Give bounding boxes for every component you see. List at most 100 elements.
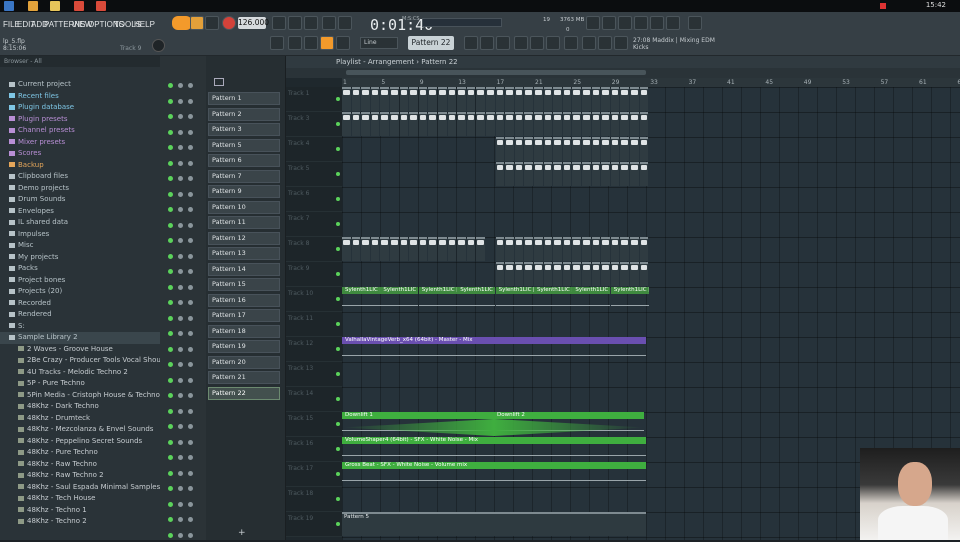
mute-led[interactable]: [168, 470, 173, 476]
volume-knob[interactable]: [188, 331, 193, 336]
pattern-clip[interactable]: [610, 262, 620, 286]
pattern-clip[interactable]: [582, 262, 591, 286]
automation-clip[interactable]: Downlift 1: [342, 412, 494, 436]
pattern-clip[interactable]: [495, 87, 505, 111]
browser-item[interactable]: Project bones: [9, 275, 160, 287]
track-mute-led[interactable]: [336, 272, 340, 276]
pattern-clip[interactable]: [553, 137, 562, 161]
pattern-clip[interactable]: [562, 262, 572, 286]
volume-knob[interactable]: [188, 191, 193, 197]
pin-icon[interactable]: [582, 36, 596, 50]
pattern-clip[interactable]: [543, 137, 553, 161]
pan-knob[interactable]: [178, 222, 183, 228]
track-mute-led[interactable]: [336, 222, 340, 226]
mute-led[interactable]: [168, 517, 173, 522]
snap-select[interactable]: Line: [360, 37, 398, 49]
pattern-clip[interactable]: [572, 262, 581, 286]
channel-row[interactable]: [164, 483, 204, 495]
channel-row[interactable]: [164, 406, 204, 418]
pattern-clip[interactable]: [639, 87, 649, 111]
channel-row[interactable]: [164, 158, 204, 170]
volume-knob[interactable]: [188, 238, 193, 243]
pattern-clip[interactable]: [524, 237, 533, 261]
pattern-clip[interactable]: [418, 87, 428, 111]
volume-knob[interactable]: [188, 439, 193, 445]
mute-led[interactable]: [168, 284, 173, 290]
arrow-icon[interactable]: [288, 36, 302, 50]
volume-knob[interactable]: [188, 83, 193, 88]
microphone-icon[interactable]: [618, 16, 632, 30]
pattern-clip[interactable]: [610, 87, 620, 111]
loop-record-icon[interactable]: [304, 16, 318, 30]
pattern-clip[interactable]: [534, 137, 543, 161]
mute-led[interactable]: [168, 238, 173, 243]
step-edit-icon[interactable]: [322, 16, 336, 30]
channel-row[interactable]: [164, 344, 204, 356]
pattern-clip[interactable]: [505, 87, 514, 111]
pattern-clip[interactable]: [505, 262, 514, 286]
pan-knob[interactable]: [178, 160, 183, 166]
track-header[interactable]: Track 9: [286, 262, 342, 287]
browser-item[interactable]: Projects (20): [9, 286, 160, 298]
track-header[interactable]: Track 14: [286, 387, 342, 412]
track-header[interactable]: Track 15: [286, 412, 342, 437]
pattern-clip[interactable]: [466, 112, 476, 136]
pattern-clip[interactable]: [630, 87, 639, 111]
track-header[interactable]: Track 17: [286, 462, 342, 487]
pattern-item[interactable]: Pattern 3: [208, 123, 280, 136]
pattern-clip[interactable]: [505, 237, 514, 261]
pan-knob[interactable]: [178, 191, 183, 197]
pattern-clip[interactable]: [630, 112, 639, 136]
channel-row[interactable]: [164, 173, 204, 185]
pan-knob[interactable]: [178, 408, 183, 414]
pattern-clip[interactable]: [505, 162, 514, 186]
sample-folder[interactable]: 2 Waves - Groove House: [18, 344, 160, 356]
pattern-clip[interactable]: [505, 112, 514, 136]
pan-knob[interactable]: [178, 455, 183, 460]
pattern-clip[interactable]: [534, 87, 543, 111]
track-mute-led[interactable]: [336, 472, 340, 476]
pattern-clip[interactable]: [351, 237, 361, 261]
pan-knob[interactable]: [178, 532, 183, 538]
mute-led[interactable]: [168, 346, 173, 352]
keyboard-icon[interactable]: [270, 36, 284, 50]
pattern-clip[interactable]: [639, 262, 649, 286]
pattern-clip[interactable]: [620, 87, 629, 111]
pattern-clip[interactable]: [630, 137, 639, 161]
pattern-clip[interactable]: [428, 237, 437, 261]
mute-led[interactable]: [168, 207, 173, 212]
channel-row[interactable]: [164, 452, 204, 464]
channel-row[interactable]: [164, 235, 204, 247]
pattern-clip[interactable]: [553, 87, 562, 111]
pan-knob[interactable]: [178, 315, 183, 321]
pattern-clip[interactable]: [582, 237, 591, 261]
volume-knob[interactable]: [188, 98, 193, 104]
volume-knob[interactable]: [188, 114, 193, 119]
pattern-clip[interactable]: [572, 137, 581, 161]
volume-knob[interactable]: [188, 377, 193, 383]
plus-icon[interactable]: [234, 78, 244, 86]
mute-led[interactable]: [168, 362, 173, 367]
channel-row[interactable]: [164, 204, 204, 216]
pattern-clip[interactable]: [591, 262, 601, 286]
channel-row[interactable]: [164, 328, 204, 340]
tempo-field[interactable]: 126.000: [238, 17, 269, 29]
pattern-clip[interactable]: [553, 237, 562, 261]
pattern-clip[interactable]: [562, 237, 572, 261]
automation-clip[interactable]: Sylenth1LIC [64b...iltersCutoff: [495, 287, 534, 311]
mute-led[interactable]: [168, 269, 173, 274]
pattern-item[interactable]: Pattern 10: [208, 200, 280, 214]
pattern-clip[interactable]: [572, 237, 581, 261]
pattern-clip[interactable]: [534, 162, 543, 186]
volume-knob[interactable]: [188, 284, 193, 290]
app-icon[interactable]: [74, 1, 84, 11]
pattern-item[interactable]: Pattern 16: [208, 293, 280, 307]
volume-knob[interactable]: [188, 486, 193, 491]
pattern-item[interactable]: Pattern 15: [208, 278, 280, 291]
pattern-item[interactable]: Pattern 18: [208, 324, 280, 338]
volume-knob[interactable]: [188, 408, 193, 414]
pan-knob[interactable]: [178, 114, 183, 119]
pattern-clip[interactable]: [428, 87, 437, 111]
volume-knob[interactable]: [188, 160, 193, 166]
pattern-clip[interactable]: [399, 112, 409, 136]
